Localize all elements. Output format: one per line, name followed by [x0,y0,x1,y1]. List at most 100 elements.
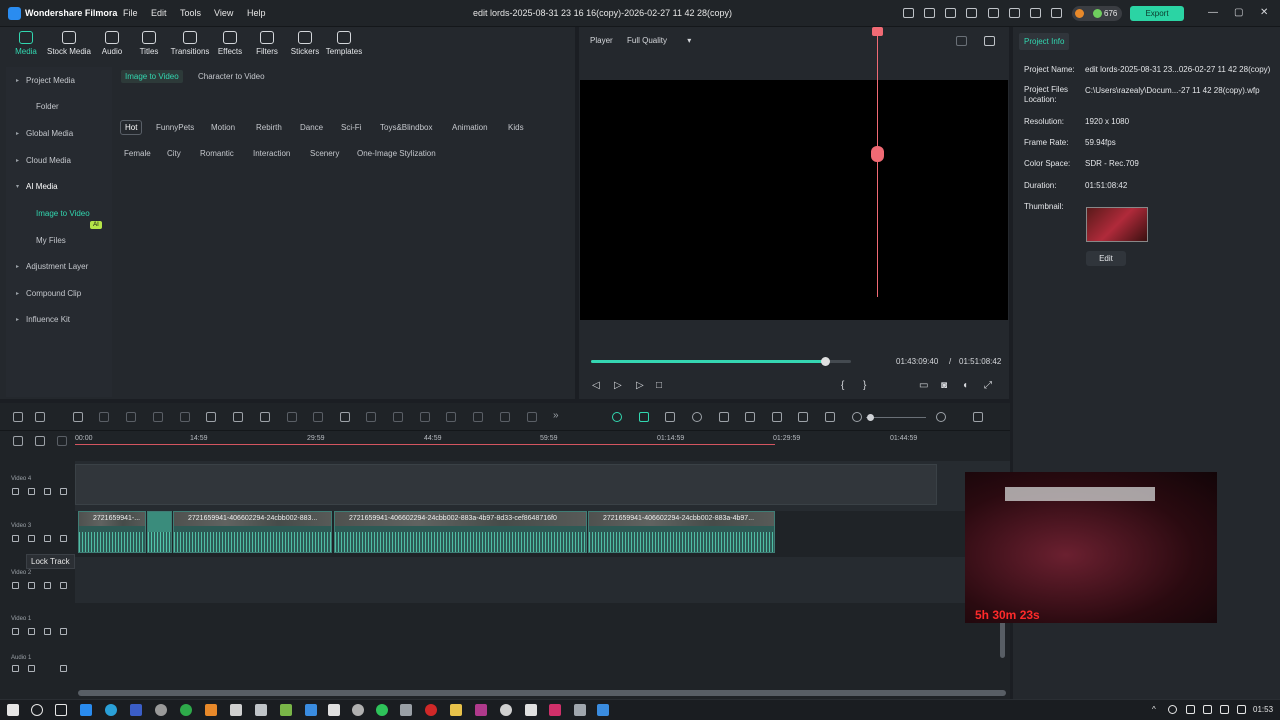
tab-transitions[interactable]: Transitions [168,31,212,56]
chip-hot[interactable]: Hot [120,120,143,135]
layout-grid-icon[interactable] [13,412,23,422]
track-lane-video-1[interactable] [75,603,1010,649]
render-icon[interactable] [612,412,622,422]
app-icon[interactable] [130,704,142,716]
track-settings-icon[interactable] [57,436,67,446]
app-icon[interactable] [80,704,92,716]
app-icon[interactable] [255,704,267,716]
tab-audio[interactable]: Audio [98,31,126,56]
mark-out-icon[interactable]: } [863,380,866,391]
eye-icon[interactable] [44,488,51,495]
add-track-icon[interactable] [35,436,45,446]
chip-motion[interactable]: Motion [211,123,235,132]
text-tool-icon[interactable] [233,412,243,422]
keyframe-icon[interactable] [366,412,376,422]
track-lane-video-2[interactable] [75,557,1010,603]
eye-icon[interactable] [44,582,51,589]
export-button[interactable]: Export [1130,6,1184,21]
more-icon[interactable]: » [553,410,563,421]
sidebar-item-influence-kit[interactable]: Influence Kit [26,315,70,324]
mute-icon[interactable] [28,535,35,542]
edit-icon[interactable] [60,665,67,672]
color-icon[interactable] [313,412,323,422]
app-icon[interactable] [205,704,217,716]
snapshot-image-icon[interactable] [984,36,995,46]
edge-icon[interactable] [105,704,117,716]
menu-help[interactable]: Help [247,8,266,18]
app-icon[interactable] [280,704,292,716]
tab-titles[interactable]: Titles [135,31,163,56]
zoom-out-icon[interactable] [852,412,862,422]
mark-in-icon[interactable]: { [841,380,844,391]
sidebar-item-ai-media[interactable]: AI Media [26,182,58,191]
eye-icon[interactable] [44,628,51,635]
chip-one-image-stylization[interactable]: One-Image Stylization [357,149,436,158]
search-icon[interactable] [31,704,43,716]
timeline-clip[interactable] [147,511,172,553]
gift-icon[interactable] [903,8,914,18]
picture-in-picture-icon[interactable] [798,412,808,422]
menu-edit[interactable]: Edit [151,8,167,18]
tab-project-info[interactable]: Project Info [1019,33,1070,50]
speed-icon[interactable] [206,412,216,422]
chip-animation[interactable]: Animation [452,123,488,132]
playhead-line[interactable] [877,27,878,297]
motion-icon[interactable] [420,412,430,422]
adjust-icon[interactable] [500,412,510,422]
credits-badge[interactable]: 676 [1072,6,1122,21]
microphone-tray-icon[interactable] [1168,705,1177,714]
timeline-ruler[interactable]: 00:00 14:59 29:59 44:59 59:59 01:14:59 0… [75,432,1010,450]
chrome-icon[interactable] [180,704,192,716]
grid-icon[interactable] [1051,8,1062,18]
sidebar-item-adjustment-layer[interactable]: Adjustment Layer [26,262,88,271]
display-icon[interactable]: ▭ [919,380,928,391]
microphone-icon[interactable] [745,412,755,422]
seek-handle[interactable] [821,357,830,366]
minimize-icon[interactable]: — [1208,7,1218,18]
video-preview[interactable] [580,80,1008,320]
chip-scenery[interactable]: Scenery [310,149,339,158]
app-icon[interactable] [155,704,167,716]
chip-romantic[interactable]: Romantic [200,149,234,158]
seek-bar[interactable] [591,357,851,366]
track-lane-video-3[interactable]: 2721659941-... 2721659941-406602294-24cb… [75,511,1010,557]
tab-filters[interactable]: Filters [252,31,282,56]
playhead-handle[interactable] [872,27,883,36]
chip-kids[interactable]: Kids [508,123,524,132]
sidebar-item-my-files[interactable]: My Files [36,236,66,245]
edit-icon[interactable] [60,628,67,635]
lock-icon[interactable] [12,535,19,542]
send-icon[interactable] [924,8,935,18]
shield-app-icon[interactable] [230,704,242,716]
lock-icon[interactable] [12,665,19,672]
app-icon[interactable] [525,704,537,716]
cut-icon[interactable] [153,412,163,422]
zoom-in-icon[interactable] [936,412,946,422]
maximize-icon[interactable]: ▢ [1234,7,1243,18]
snap-icon[interactable] [639,412,649,422]
delete-icon[interactable] [126,412,136,422]
app-icon[interactable] [305,704,317,716]
monitor-icon[interactable] [966,8,977,18]
network-icon[interactable] [1186,705,1195,714]
chip-city[interactable]: City [167,149,181,158]
lock-icon[interactable] [12,488,19,495]
timer-icon[interactable] [393,412,403,422]
undo-icon[interactable] [73,412,83,422]
chip-rebirth[interactable]: Rebirth [256,123,282,132]
windows-start-icon[interactable] [7,704,19,716]
app-icon[interactable] [574,704,586,716]
playhead-split-handle[interactable] [871,146,884,162]
sidebar-item-compound-clip[interactable]: Compound Clip [26,289,81,298]
zoom-clip-icon[interactable] [287,412,297,422]
tab-character-to-video[interactable]: Character to Video [198,72,265,81]
sidebar-item-cloud-media[interactable]: Cloud Media [26,156,71,165]
tab-image-to-video[interactable]: Image to Video [121,70,183,83]
battery-icon[interactable] [1220,705,1229,714]
edit-icon[interactable] [60,535,67,542]
crop-frame-icon[interactable] [260,412,270,422]
captions-icon[interactable] [825,412,835,422]
mute-icon[interactable] [28,665,35,672]
app-icon[interactable] [475,704,487,716]
tab-effects[interactable]: Effects [214,31,246,56]
